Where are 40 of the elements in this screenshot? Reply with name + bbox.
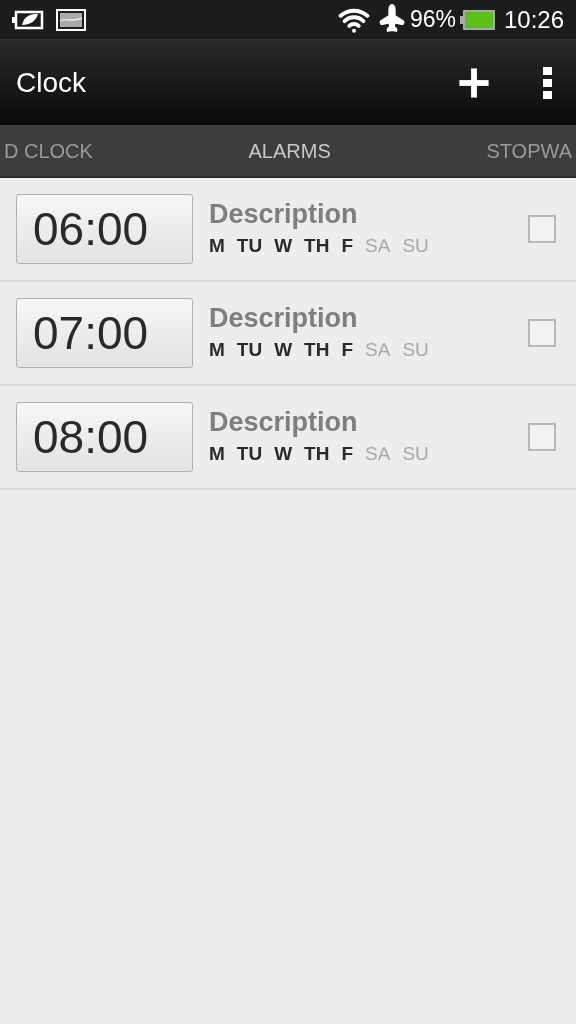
weekday-label: SU bbox=[402, 441, 429, 466]
alarm-time-button[interactable]: 07:00 bbox=[16, 298, 193, 368]
weekday-label: TU bbox=[236, 337, 263, 362]
weekday-label: TH bbox=[304, 337, 330, 362]
weekday-label: TU bbox=[236, 441, 263, 466]
weekday-label: F bbox=[341, 337, 354, 362]
weekday-label: F bbox=[341, 441, 354, 466]
weekday-label: M bbox=[209, 233, 225, 258]
alarm-checkbox[interactable] bbox=[528, 423, 556, 451]
more-icon bbox=[543, 66, 553, 99]
weekday-label: SA bbox=[365, 441, 391, 466]
weekday-label: TU bbox=[236, 233, 263, 258]
battery-icon bbox=[459, 8, 496, 31]
alarm-description: Description bbox=[209, 301, 359, 335]
image-icon bbox=[56, 8, 86, 31]
tab[interactable]: STOPWA bbox=[482, 135, 576, 166]
weekday-label: W bbox=[274, 337, 293, 362]
weekday-label: SU bbox=[402, 337, 429, 362]
weekday-label: W bbox=[274, 233, 293, 258]
alarm-description: Description bbox=[209, 197, 359, 231]
alarm-checkbox[interactable] bbox=[528, 319, 556, 347]
weekday-label: W bbox=[274, 441, 293, 466]
weekday-label: F bbox=[341, 233, 354, 258]
weekday-label: M bbox=[209, 337, 225, 362]
app-title: Clock bbox=[16, 65, 87, 100]
alarm-description: Description bbox=[209, 405, 359, 439]
alarm-time-button[interactable]: 06:00 bbox=[16, 194, 193, 264]
weekday-label: M bbox=[209, 441, 225, 466]
alarm-time-button[interactable]: 08:00 bbox=[16, 402, 193, 472]
weekday-label: SA bbox=[365, 233, 391, 258]
weekday-label: SA bbox=[365, 337, 391, 362]
tab[interactable]: D CLOCK bbox=[0, 135, 97, 166]
clock-time: 10:26 bbox=[503, 4, 564, 35]
battery-percent: 96% bbox=[409, 5, 456, 35]
tab[interactable]: ALARMS bbox=[244, 135, 335, 166]
weekday-label: TH bbox=[304, 233, 330, 258]
battery-saver-icon bbox=[12, 8, 44, 31]
weekday-label: TH bbox=[304, 441, 330, 466]
alarm-checkbox[interactable] bbox=[528, 215, 556, 243]
weekday-label: SU bbox=[402, 233, 429, 258]
